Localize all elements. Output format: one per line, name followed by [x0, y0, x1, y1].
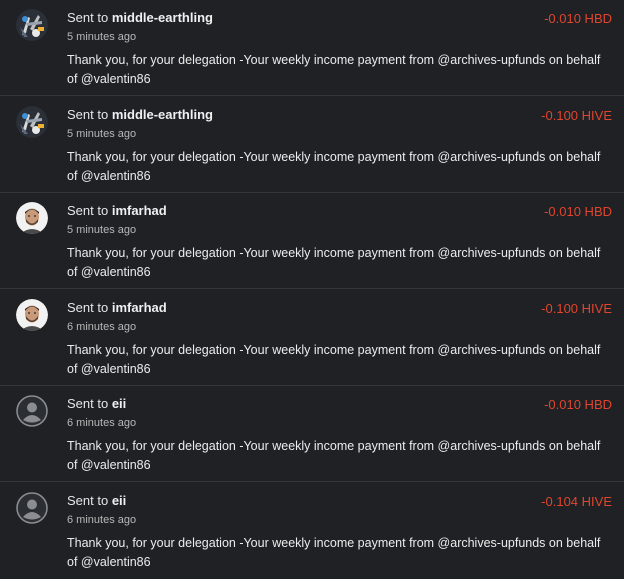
recipient-link[interactable]: eii: [112, 396, 126, 411]
transaction-item: Sent to imfarhad 6 minutes ago -0.100 HI…: [0, 290, 624, 386]
timestamp: 5 minutes ago: [67, 224, 137, 236]
transaction-item: Sent to middle-earthling 5 minutes ago -…: [0, 0, 624, 96]
middle-earthling-avatar-icon[interactable]: [16, 106, 48, 138]
amount: -0.010 HBD: [544, 204, 612, 219]
memo: Thank you, for your delegation -Your wee…: [67, 150, 601, 183]
timestamp: 6 minutes ago: [67, 321, 137, 333]
sent-prefix: Sent to: [67, 396, 109, 411]
timestamp: 5 minutes ago: [67, 128, 137, 140]
sent-prefix: Sent to: [67, 107, 109, 122]
memo: Thank you, for your delegation -Your wee…: [67, 536, 601, 569]
memo: Thank you, for your delegation -Your wee…: [67, 439, 601, 472]
sent-to-line: Sent to imfarhad: [67, 300, 167, 315]
transaction-item: Sent to eii 6 minutes ago -0.010 HBD Tha…: [0, 386, 624, 482]
recipient-link[interactable]: middle-earthling: [112, 10, 213, 25]
timestamp: 6 minutes ago: [67, 417, 137, 429]
sent-to-line: Sent to middle-earthling: [67, 10, 213, 25]
memo: Thank you, for your delegation -Your wee…: [67, 53, 601, 86]
transaction-feed: Sent to middle-earthling 5 minutes ago -…: [0, 0, 624, 576]
memo: Thank you, for your delegation -Your wee…: [67, 343, 601, 376]
sent-to-line: Sent to eii: [67, 493, 126, 508]
recipient-link[interactable]: middle-earthling: [112, 107, 213, 122]
sent-prefix: Sent to: [67, 203, 109, 218]
amount: -0.100 HIVE: [541, 301, 612, 316]
timestamp: 5 minutes ago: [67, 31, 137, 43]
sent-to-line: Sent to middle-earthling: [67, 107, 213, 122]
memo: Thank you, for your delegation -Your wee…: [67, 246, 601, 279]
timestamp: 6 minutes ago: [67, 514, 137, 526]
sent-to-line: Sent to eii: [67, 396, 126, 411]
sent-prefix: Sent to: [67, 10, 109, 25]
amount: -0.010 HBD: [544, 397, 612, 412]
sent-prefix: Sent to: [67, 300, 109, 315]
sent-to-line: Sent to imfarhad: [67, 203, 167, 218]
recipient-link[interactable]: imfarhad: [112, 203, 167, 218]
imfarhad-avatar-icon[interactable]: [16, 202, 48, 234]
amount: -0.010 HBD: [544, 11, 612, 26]
recipient-link[interactable]: eii: [112, 493, 126, 508]
amount: -0.100 HIVE: [541, 108, 612, 123]
transaction-item: Sent to imfarhad 5 minutes ago -0.010 HB…: [0, 193, 624, 289]
sent-prefix: Sent to: [67, 493, 109, 508]
default-user-avatar-icon[interactable]: [16, 395, 48, 427]
transaction-item: Sent to eii 6 minutes ago -0.104 HIVE Th…: [0, 483, 624, 579]
imfarhad-avatar-icon[interactable]: [16, 299, 48, 331]
middle-earthling-avatar-icon[interactable]: [16, 9, 48, 41]
recipient-link[interactable]: imfarhad: [112, 300, 167, 315]
default-user-avatar-icon[interactable]: [16, 492, 48, 524]
amount: -0.104 HIVE: [541, 494, 612, 509]
transaction-item: Sent to middle-earthling 5 minutes ago -…: [0, 97, 624, 193]
